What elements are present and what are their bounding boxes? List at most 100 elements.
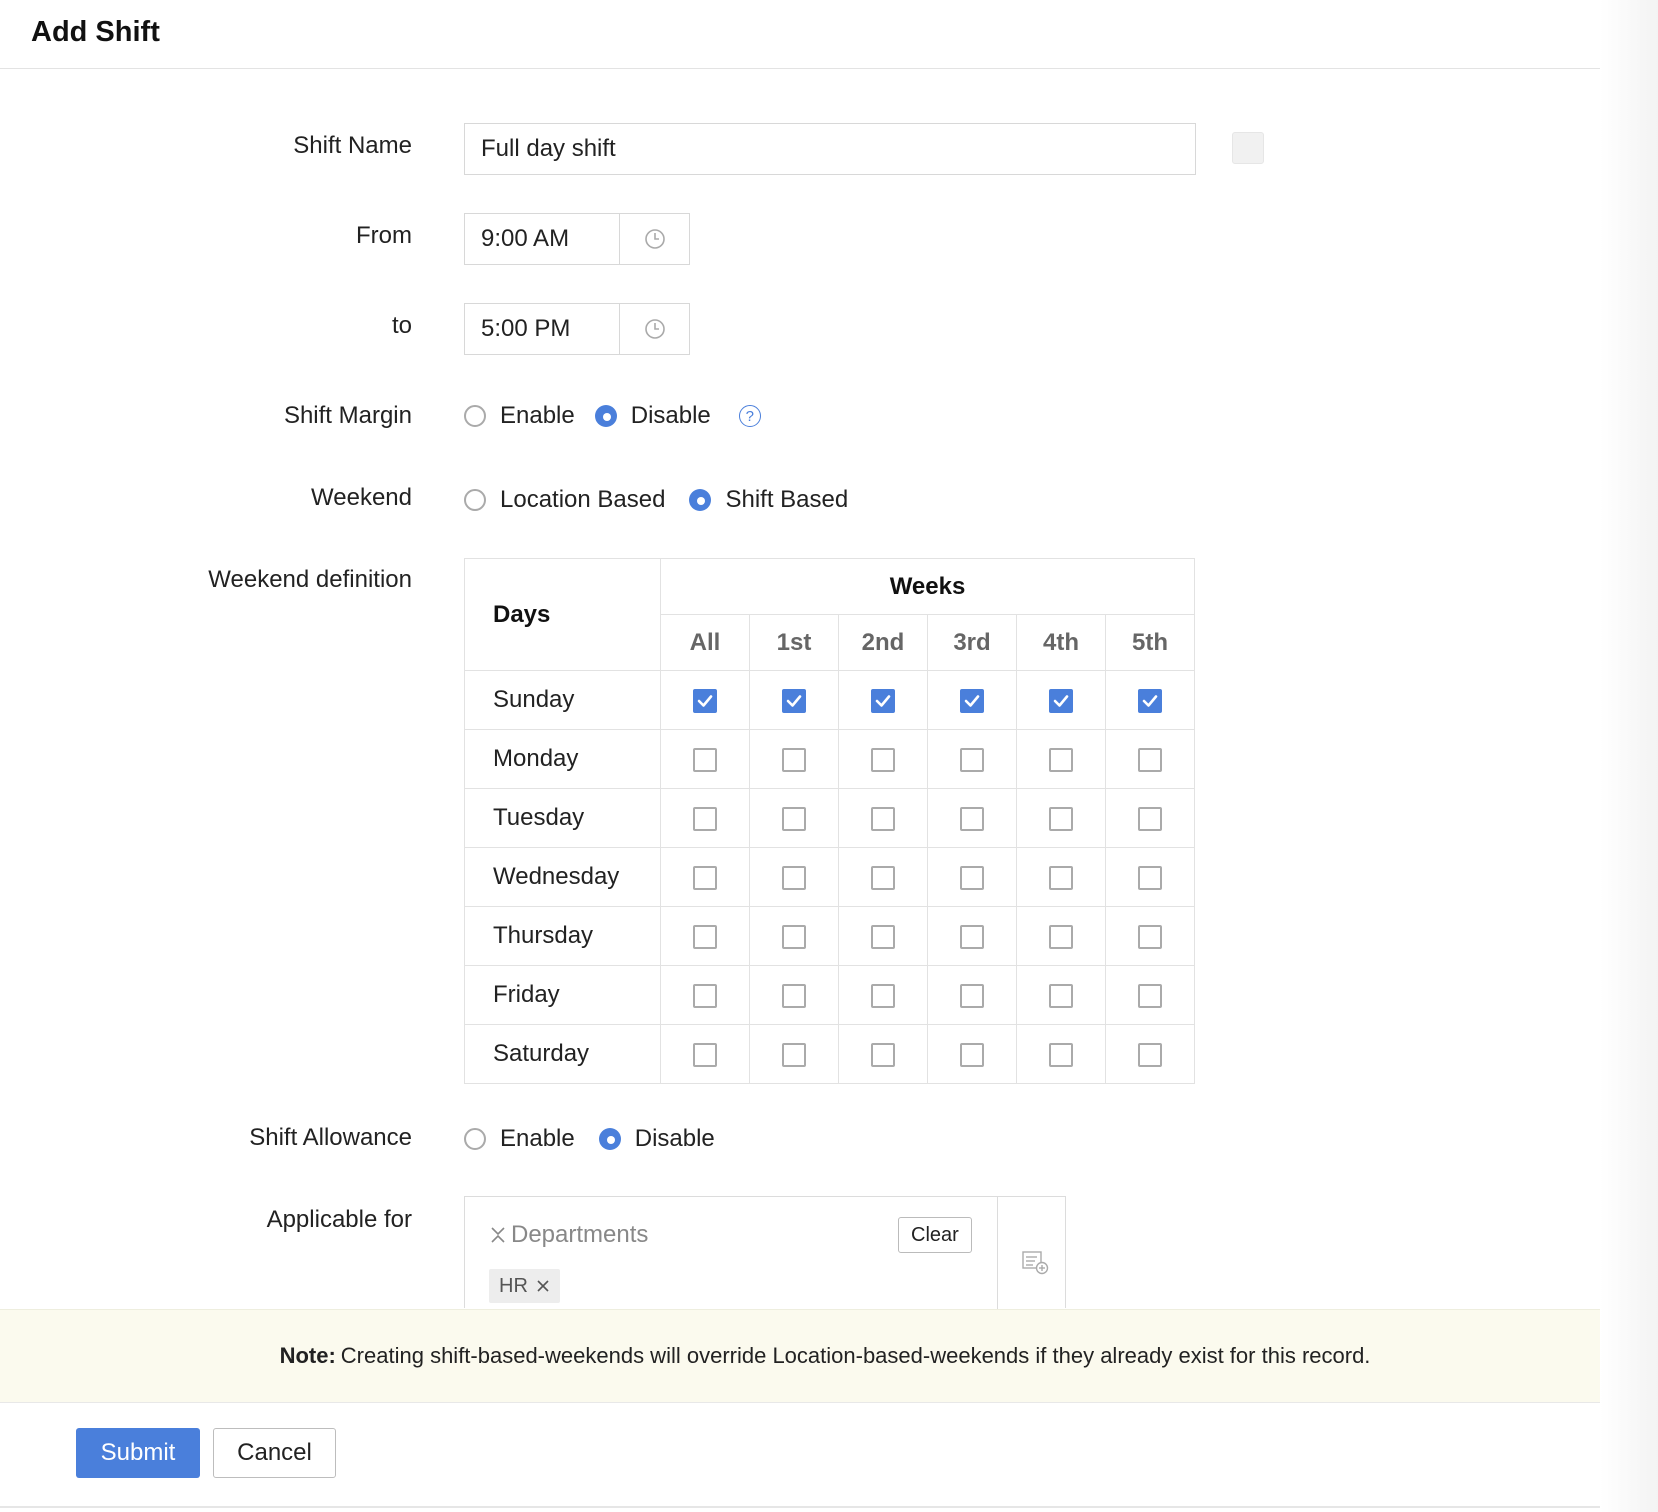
to-time-field <box>464 303 690 355</box>
weekend-checkbox[interactable] <box>960 983 984 1008</box>
weekend-checkbox[interactable] <box>1049 747 1073 772</box>
cancel-button[interactable]: Cancel <box>213 1428 336 1478</box>
weekend-checkbox[interactable] <box>960 924 984 949</box>
day-name: Monday <box>464 729 661 789</box>
from-label: From <box>356 222 412 249</box>
checkbox-cell <box>660 906 750 966</box>
weekend-checkbox[interactable] <box>871 924 895 949</box>
weekend-radio-group: Location Based Shift Based <box>464 486 848 514</box>
clock-icon[interactable] <box>620 214 689 264</box>
weekend-checkbox[interactable] <box>693 688 717 713</box>
weekend-checkbox[interactable] <box>1138 983 1162 1008</box>
checkbox-cell <box>927 965 1017 1025</box>
checkbox-cell <box>749 788 839 848</box>
shift-margin-disable-radio[interactable]: Disable <box>594 402 711 430</box>
checkbox-cell <box>1105 906 1195 966</box>
weekend-checkbox[interactable] <box>693 983 717 1008</box>
help-icon[interactable]: ? <box>738 405 761 427</box>
weekend-checkbox[interactable] <box>1138 924 1162 949</box>
radio-circle <box>464 1128 486 1150</box>
day-name: Sunday <box>464 670 661 730</box>
checkbox-cell <box>927 670 1017 730</box>
weekend-checkbox[interactable] <box>960 747 984 772</box>
color-picker-swatch[interactable] <box>1232 132 1264 164</box>
weekend-checkbox[interactable] <box>1138 1042 1162 1067</box>
weekend-checkbox[interactable] <box>782 924 806 949</box>
to-time-input[interactable] <box>465 304 620 354</box>
checkbox-cell <box>927 729 1017 789</box>
weekend-checkbox[interactable] <box>871 1042 895 1067</box>
checkbox-cell <box>660 1024 750 1084</box>
departments-label: Departments <box>511 1221 649 1248</box>
weekend-checkbox[interactable] <box>960 1042 984 1067</box>
radio-circle <box>689 489 712 511</box>
from-time-input[interactable] <box>465 214 620 264</box>
weekend-checkbox[interactable] <box>693 747 717 772</box>
checkbox-cell <box>660 788 750 848</box>
weekend-checkbox[interactable] <box>782 1042 806 1067</box>
weekend-checkbox[interactable] <box>782 865 806 890</box>
shift-allowance-label: Shift Allowance <box>249 1124 412 1151</box>
weekend-location-based-radio[interactable]: Location Based <box>464 486 665 514</box>
weekend-checkbox[interactable] <box>1049 865 1073 890</box>
shift-name-input[interactable] <box>464 123 1196 175</box>
list-add-icon[interactable] <box>1021 1249 1049 1275</box>
weekend-checkbox[interactable] <box>1138 688 1162 713</box>
weekend-checkbox[interactable] <box>693 924 717 949</box>
weekend-checkbox[interactable] <box>960 688 984 713</box>
weekend-checkbox[interactable] <box>693 1042 717 1067</box>
departments-selector[interactable]: Departments <box>489 1221 648 1249</box>
shift-margin-enable-radio[interactable]: Enable <box>464 402 575 430</box>
days-header: Days <box>464 558 661 671</box>
box-divider <box>997 1197 998 1309</box>
weekend-checkbox[interactable] <box>1138 747 1162 772</box>
shift-name-label: Shift Name <box>293 132 412 159</box>
submit-button[interactable]: Submit <box>76 1428 200 1478</box>
table-row: Monday <box>464 729 1195 789</box>
weeks-header: Weeks <box>660 558 1195 615</box>
weekend-checkbox[interactable] <box>782 806 806 831</box>
table-row: Saturday <box>464 1024 1195 1084</box>
checkbox-cell <box>1105 847 1195 907</box>
weekend-checkbox[interactable] <box>1049 1042 1073 1067</box>
x-icon[interactable] <box>536 1279 550 1293</box>
weekend-checkbox[interactable] <box>693 865 717 890</box>
weekend-checkbox[interactable] <box>1049 924 1073 949</box>
radio-label: Location Based <box>500 486 666 513</box>
weekend-checkbox[interactable] <box>871 747 895 772</box>
weekend-checkbox[interactable] <box>1049 688 1073 713</box>
shift-margin-radio-group: Enable Disable ? <box>464 402 761 430</box>
weekend-checkbox[interactable] <box>1138 865 1162 890</box>
weekend-checkbox[interactable] <box>693 806 717 831</box>
weekend-checkbox[interactable] <box>782 983 806 1008</box>
weekend-checkbox[interactable] <box>782 747 806 772</box>
checkbox-cell <box>838 729 928 789</box>
weekend-checkbox[interactable] <box>1049 983 1073 1008</box>
weekend-checkbox[interactable] <box>960 865 984 890</box>
weekend-checkbox[interactable] <box>871 806 895 831</box>
table-row: Tuesday <box>464 788 1195 848</box>
checkbox-cell <box>838 1024 928 1084</box>
radio-label: Enable <box>500 1125 575 1152</box>
clear-button[interactable]: Clear <box>898 1217 972 1253</box>
checkbox-cell <box>749 1024 839 1084</box>
weekend-label: Weekend <box>311 484 412 511</box>
checkbox-cell <box>838 670 928 730</box>
shift-margin-label: Shift Margin <box>283 402 412 429</box>
weekend-checkbox[interactable] <box>960 806 984 831</box>
weekend-checkbox[interactable] <box>871 865 895 890</box>
checkbox-cell <box>1016 729 1106 789</box>
weekend-checkbox[interactable] <box>1049 806 1073 831</box>
table-row: Thursday <box>464 906 1195 966</box>
weekend-checkbox[interactable] <box>871 983 895 1008</box>
weekend-checkbox[interactable] <box>782 688 806 713</box>
weekend-checkbox[interactable] <box>1138 806 1162 831</box>
clock-icon[interactable] <box>620 304 689 354</box>
weekend-shift-based-radio[interactable]: Shift Based <box>689 486 848 514</box>
shift-allowance-enable-radio[interactable]: Enable <box>464 1125 575 1153</box>
weekend-checkbox[interactable] <box>871 688 895 713</box>
checkbox-cell <box>1105 670 1195 730</box>
checkbox-cell <box>1016 670 1106 730</box>
shift-allowance-disable-radio[interactable]: Disable <box>598 1125 715 1153</box>
applicable-for-label: Applicable for <box>266 1206 412 1233</box>
